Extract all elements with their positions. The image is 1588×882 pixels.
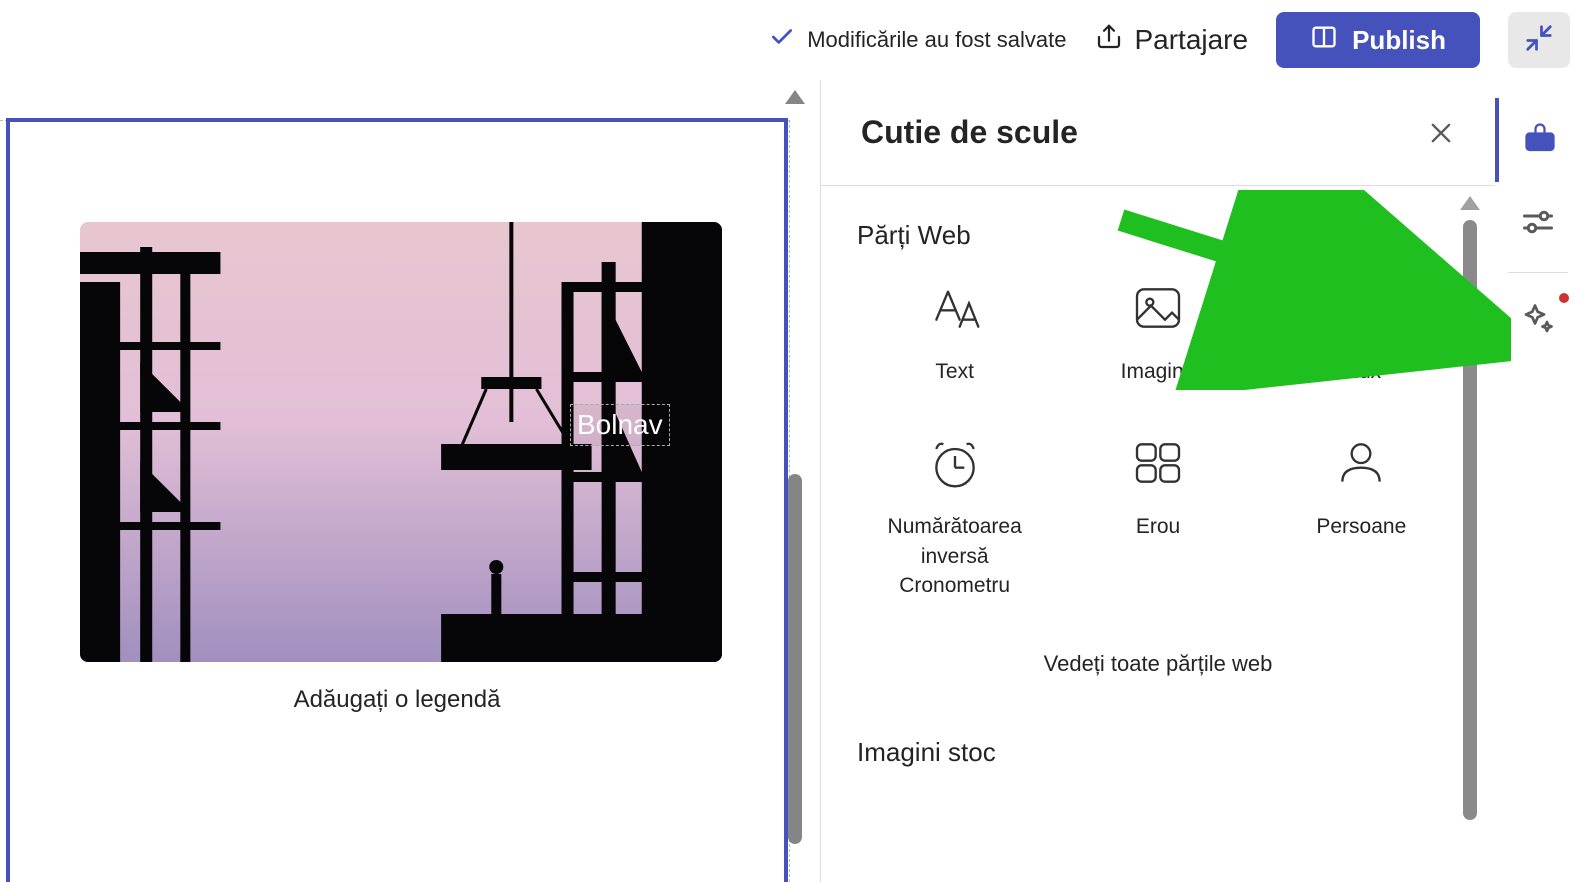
scroll-thumb[interactable] xyxy=(788,474,802,844)
stream-icon xyxy=(1330,277,1392,339)
rail-design-ideas-button[interactable] xyxy=(1495,279,1581,363)
webpart-countdown[interactable]: Numărătoarea inversă Cronometru xyxy=(857,432,1052,600)
scroll-up-icon xyxy=(1460,196,1480,210)
webpart-label: Persoane xyxy=(1316,512,1406,541)
share-button[interactable]: Partajare xyxy=(1094,22,1248,59)
save-status: Modificările au fost salvate xyxy=(769,24,1066,56)
book-icon xyxy=(1310,23,1338,58)
sliders-icon xyxy=(1520,204,1556,245)
toolbox-header: Cutie de scule xyxy=(821,80,1495,186)
rail-toolbox-button[interactable] xyxy=(1495,98,1581,182)
image-overlay-text[interactable]: Bolnav xyxy=(570,404,670,446)
right-rail xyxy=(1495,80,1581,882)
people-icon xyxy=(1330,432,1392,494)
command-bar: Modificările au fost salvate Partajare P… xyxy=(0,0,1588,80)
webparts-grid: Text Imagine Flux xyxy=(857,277,1459,601)
toolbox-body: Părți Web Text Imagine xyxy=(821,186,1495,882)
toolbox-scrollbar[interactable] xyxy=(1455,196,1485,872)
toolbox-title: Cutie de scule xyxy=(861,114,1078,151)
check-icon xyxy=(769,24,795,56)
stock-images-section-title: Imagini stoc xyxy=(857,737,1459,768)
rail-divider xyxy=(1508,272,1568,273)
canvas-column: Bolnav Adăugați o legendă xyxy=(0,80,820,882)
share-icon xyxy=(1094,22,1124,59)
text-icon xyxy=(924,277,986,339)
hero-icon xyxy=(1127,432,1189,494)
notification-badge xyxy=(1559,293,1569,303)
collapse-button[interactable] xyxy=(1508,12,1570,68)
webpart-label: Flux xyxy=(1341,357,1381,386)
see-all-webparts-link[interactable]: Vedeți toate părțile web xyxy=(857,651,1459,677)
scroll-thumb[interactable] xyxy=(1463,220,1477,820)
sparkle-icon xyxy=(1520,301,1556,342)
save-status-text: Modificările au fost salvate xyxy=(807,27,1066,53)
publish-button[interactable]: Publish xyxy=(1276,12,1480,68)
webpart-text[interactable]: Text xyxy=(857,277,1052,386)
image-webpart-selection[interactable]: Bolnav Adăugați o legendă xyxy=(6,118,788,882)
collapse-icon xyxy=(1524,23,1554,58)
close-button[interactable] xyxy=(1427,119,1455,147)
main-area: Bolnav Adăugați o legendă Cutie de scule… xyxy=(0,80,1588,882)
share-label: Partajare xyxy=(1134,24,1248,56)
webpart-hero[interactable]: Erou xyxy=(1060,432,1255,600)
webpart-label: Imagine xyxy=(1121,357,1196,386)
toolbox-panel: Cutie de scule Părți Web Text xyxy=(820,80,1495,882)
webparts-section-title: Părți Web xyxy=(857,220,1459,251)
webpart-people[interactable]: Persoane xyxy=(1264,432,1459,600)
webpart-image[interactable]: Imagine xyxy=(1060,277,1255,386)
webpart-label: Text xyxy=(935,357,974,386)
image-placeholder[interactable]: Bolnav xyxy=(80,222,722,662)
image-caption-input[interactable]: Adăugați o legendă xyxy=(80,686,714,714)
toolbox-icon xyxy=(1522,120,1558,161)
webpart-stream[interactable]: Flux xyxy=(1264,277,1459,386)
webpart-label: Numărătoarea inversă Cronometru xyxy=(857,512,1052,600)
scroll-up-icon xyxy=(785,90,805,104)
webpart-label: Erou xyxy=(1136,512,1180,541)
canvas-scrollbar[interactable] xyxy=(780,90,810,872)
image-icon xyxy=(1127,277,1189,339)
publish-label: Publish xyxy=(1352,25,1446,56)
clock-icon xyxy=(924,432,986,494)
rail-properties-button[interactable] xyxy=(1495,182,1581,266)
